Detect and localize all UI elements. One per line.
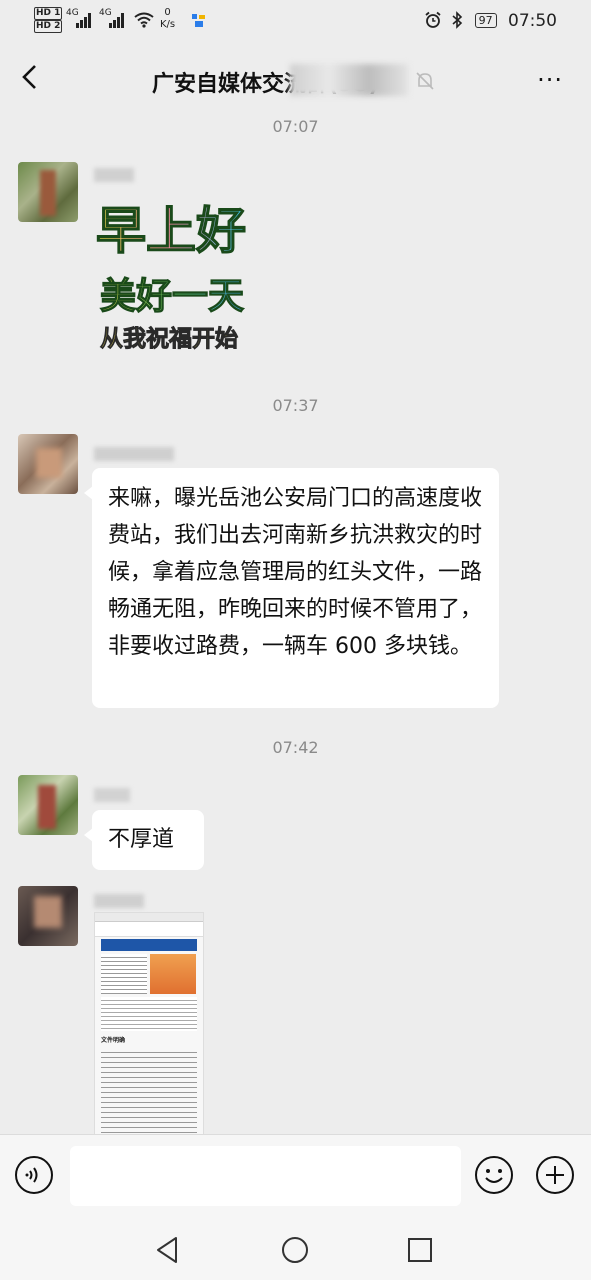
plus-icon[interactable]	[535, 1155, 575, 1195]
app-notification-icon	[192, 14, 205, 27]
sender-name-mosaic	[94, 894, 144, 908]
message-bubble[interactable]: 不厚道	[84, 810, 204, 870]
sim-indicators: HD 1 HD 2	[34, 7, 63, 33]
status-right: 97 07:50	[424, 11, 557, 31]
mute-bell-icon	[416, 72, 434, 90]
timestamp: 07:42	[272, 738, 319, 757]
wifi-icon	[134, 12, 154, 28]
sender-name-mosaic	[94, 168, 134, 182]
voice-input-icon[interactable]	[14, 1155, 54, 1195]
sender-name-mosaic	[94, 788, 130, 802]
timestamp: 07:07	[272, 117, 319, 136]
signal-icon-1	[76, 12, 94, 28]
net-speed: 0 K/s	[160, 7, 175, 31]
avatar[interactable]	[18, 886, 78, 946]
bluetooth-icon	[452, 11, 463, 29]
emoji-icon[interactable]	[474, 1155, 514, 1195]
sticker-line-3: 从我祝福开始	[100, 325, 238, 352]
back-arrow-icon[interactable]	[16, 62, 46, 92]
avatar[interactable]	[18, 775, 78, 835]
chat-header: 广安自媒体交流群(95) ···	[0, 44, 591, 114]
message-input[interactable]	[70, 1146, 461, 1206]
more-options-button[interactable]: ···	[537, 66, 563, 94]
nav-home-icon[interactable]	[277, 1232, 313, 1268]
system-nav-bar	[0, 1218, 591, 1280]
sticker-line-1: 早上好	[96, 202, 246, 260]
sender-name-mosaic	[94, 447, 174, 461]
screenshot-image[interactable]: 文件明确	[94, 912, 204, 1136]
speed-value: 0	[164, 7, 171, 18]
hd1-badge: HD 1	[34, 7, 63, 20]
signal-icon-2	[109, 12, 127, 28]
nav-recents-icon[interactable]	[402, 1232, 438, 1268]
input-bar	[0, 1134, 591, 1219]
alarm-icon	[425, 11, 441, 28]
sticker-line-2: 美好一天	[100, 276, 244, 317]
screenshot-heading: 文件明确	[101, 1037, 126, 1044]
hd2-badge: HD 2	[34, 20, 63, 33]
message-bubble[interactable]: 来嘛，曝光岳池公安局门口的高速度收费站，我们出去河南新乡抗洪救灾的时候，拿着应急…	[84, 468, 499, 708]
speed-unit: K/s	[160, 19, 176, 30]
status-bar: HD 1 HD 2 4G 4G 0 K/s 97 07:50	[0, 0, 591, 44]
greeting-sticker[interactable]: 早上好 美好一天 从我祝福开始	[94, 196, 294, 356]
title-mosaic	[290, 64, 408, 96]
timestamp: 07:37	[272, 396, 319, 415]
battery-indicator: 97	[474, 13, 497, 28]
avatar[interactable]	[18, 162, 78, 222]
nav-back-icon[interactable]	[150, 1232, 186, 1268]
avatar[interactable]	[18, 434, 78, 494]
clock: 07:50	[508, 11, 557, 31]
